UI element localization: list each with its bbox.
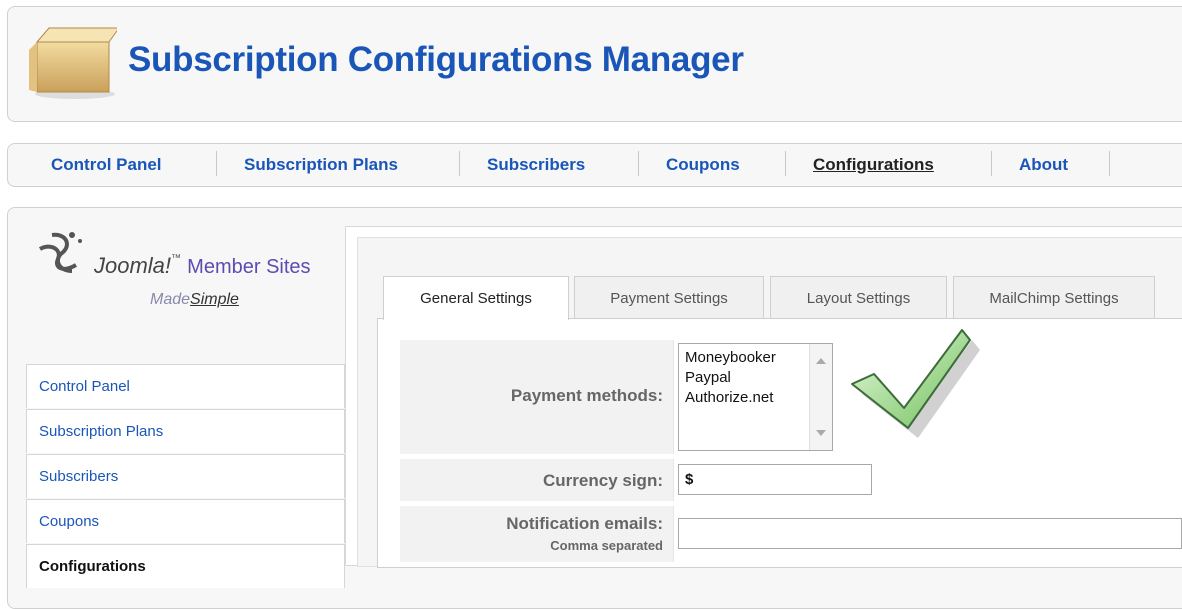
listbox-scrollbar[interactable]	[809, 344, 832, 450]
nav-separator	[1109, 151, 1110, 176]
sidebar-item-subscription-plans[interactable]: Subscription Plans	[26, 409, 345, 453]
topnav-subscription-plans[interactable]: Subscription Plans	[244, 155, 398, 175]
currency-sign-label: Currency sign:	[543, 471, 663, 490]
nav-separator	[638, 151, 639, 176]
sidebar-item-control-panel[interactable]: Control Panel	[26, 364, 345, 408]
logo-made-simple: MadeSimple	[150, 291, 239, 308]
scroll-up-arrow-icon[interactable]	[816, 358, 826, 364]
nav-separator	[991, 151, 992, 176]
sidebar-item-subscribers[interactable]: Subscribers	[26, 454, 345, 498]
top-nav-bar	[7, 143, 1182, 187]
currency-sign-label-cell: Currency sign:	[400, 459, 674, 501]
notification-emails-sublabel: Comma separated	[550, 538, 663, 553]
payment-methods-label-cell: Payment methods:	[400, 340, 674, 454]
joomla-member-sites-logo: Joomla!™ Member Sites MadeSimple	[26, 225, 346, 335]
sidebar-item-coupons[interactable]: Coupons	[26, 499, 345, 543]
page-title: Subscription Configurations Manager	[128, 40, 744, 79]
tab-layout-settings[interactable]: Layout Settings	[770, 276, 947, 318]
notification-emails-input[interactable]	[678, 518, 1182, 549]
topnav-coupons[interactable]: Coupons	[666, 155, 740, 175]
checkmark-icon	[851, 329, 980, 438]
joomla-swirl-icon	[38, 232, 82, 273]
topnav-subscribers[interactable]: Subscribers	[487, 155, 585, 175]
nav-separator	[785, 151, 786, 176]
scroll-down-arrow-icon[interactable]	[816, 430, 826, 436]
payment-option[interactable]: Paypal	[685, 369, 731, 386]
payment-option[interactable]: Moneybooker	[685, 349, 776, 366]
notification-emails-label: Notification emails:	[506, 514, 663, 533]
logo-wordmark: Joomla!™ Member Sites	[94, 253, 311, 278]
currency-sign-input[interactable]: $	[678, 464, 872, 495]
payment-methods-label: Payment methods:	[510, 386, 663, 405]
topnav-configurations[interactable]: Configurations	[813, 155, 934, 175]
tab-payment-settings[interactable]: Payment Settings	[574, 276, 764, 318]
nav-separator	[216, 151, 217, 176]
package-box-icon	[29, 27, 117, 99]
payment-methods-listbox[interactable]: Moneybooker Paypal Authorize.net	[678, 343, 833, 451]
payment-option[interactable]: Authorize.net	[685, 389, 773, 406]
topnav-control-panel[interactable]: Control Panel	[51, 155, 162, 175]
sidebar-item-configurations[interactable]: Configurations	[26, 544, 345, 588]
tab-mailchimp-settings[interactable]: MailChimp Settings	[953, 276, 1155, 318]
topnav-about[interactable]: About	[1019, 155, 1068, 175]
notification-emails-label-cell: Notification emails: Comma separated	[400, 506, 674, 562]
tab-general-settings[interactable]: General Settings	[383, 276, 569, 320]
nav-separator	[459, 151, 460, 176]
